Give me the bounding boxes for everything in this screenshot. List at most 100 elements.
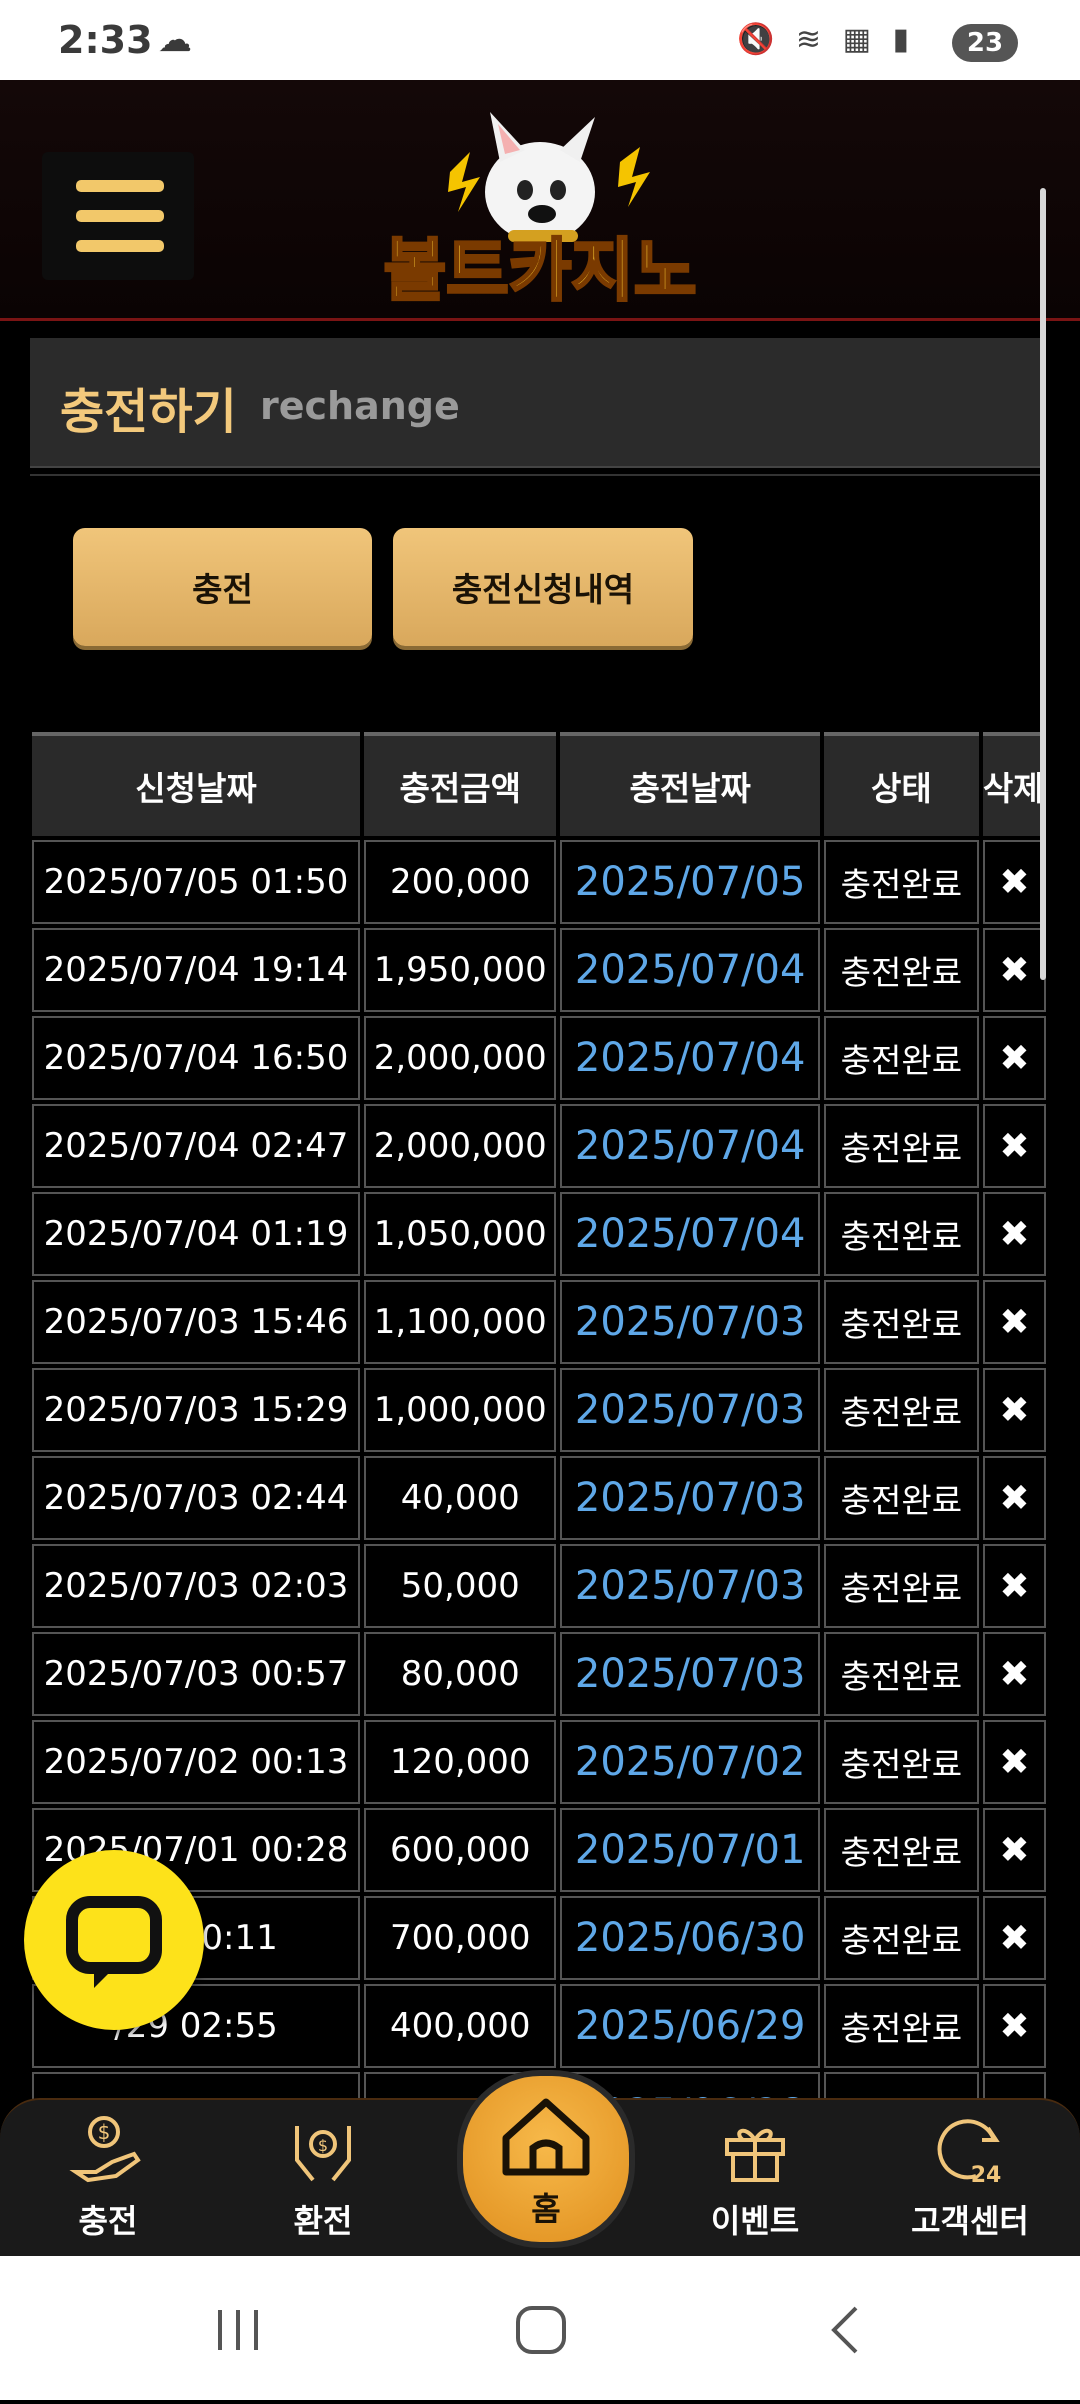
- nav-home-button[interactable]: 홈: [457, 2070, 635, 2248]
- delete-button[interactable]: ✖: [982, 1808, 1046, 1892]
- status-cell: 충전완료: [823, 840, 979, 924]
- status-cell: 충전완료: [823, 1368, 979, 1452]
- charge-date-cell[interactable]: 2025/07/01: [560, 1808, 820, 1892]
- home-icon: [502, 2098, 590, 2176]
- status-cell: 충전완료: [823, 1808, 979, 1892]
- scrollbar[interactable]: [1040, 188, 1046, 980]
- amount-cell: 80,000: [364, 1632, 557, 1716]
- amount-cell: 1,050,000: [364, 1192, 557, 1276]
- header-charge-date: 충전날짜: [560, 732, 820, 836]
- page-title-panel: 충전하기 rechange: [30, 338, 1040, 468]
- status-cell: 충전완료: [823, 1280, 979, 1364]
- delete-button[interactable]: ✖: [982, 1104, 1046, 1188]
- table-row: 2025/07/04 02:47 2,000,000 2025/07/04 충전완료 ✖: [32, 1104, 1046, 1188]
- delete-button[interactable]: ✖: [982, 1456, 1046, 1540]
- request-date-cell: 2025/06/28 01:14: [32, 2072, 361, 2100]
- table-row: 2025/07/04 19:14 1,950,000 2025/07/04 충전완료 ✖: [32, 928, 1046, 1012]
- amount-cell: 50,000: [364, 1544, 557, 1628]
- table-row: 2025/07/04 01:19 1,050,000 2025/07/04 충전완료 ✖: [32, 1192, 1046, 1276]
- delete-button[interactable]: ✖: [982, 928, 1046, 1012]
- delete-button[interactable]: ✖: [982, 840, 1046, 924]
- request-date-cell: 2025/07/04 16:50: [32, 1016, 361, 1100]
- nav-exchange[interactable]: $ 환전: [243, 2100, 403, 2258]
- menu-icon: [76, 180, 164, 192]
- charge-date-cell[interactable]: 2025/07/04: [560, 1192, 820, 1276]
- charge-date-cell[interactable]: 2025/07/03: [560, 1544, 820, 1628]
- amount-cell: 40,000: [364, 1456, 557, 1540]
- nav-support[interactable]: 24 고객센터: [890, 2100, 1050, 2258]
- header-status: 상태: [823, 732, 979, 836]
- menu-icon-line: [76, 210, 164, 222]
- battery-indicator: 23: [952, 24, 1018, 62]
- status-cell: 충전완료: [823, 1720, 979, 1804]
- delete-button[interactable]: ✖: [982, 1544, 1046, 1628]
- status-cell: 충전완료: [823, 1104, 979, 1188]
- amount-cell: 120,000: [364, 1720, 557, 1804]
- header-amount: 충전금액: [364, 732, 557, 836]
- cloud-icon: ☁: [158, 20, 192, 60]
- delete-button[interactable]: ✖: [982, 1016, 1046, 1100]
- charge-date-cell[interactable]: 2025/07/05: [560, 840, 820, 924]
- charge-date-cell[interactable]: 2025/07/03: [560, 1456, 820, 1540]
- status-cell: 충전완료: [823, 1984, 979, 2068]
- nav-event[interactable]: 이벤트: [675, 2100, 835, 2258]
- table-row: 2025/07/03 02:44 40,000 2025/07/03 충전완료 ✖: [32, 1456, 1046, 1540]
- request-date-cell: 2025/07/05 01:50: [32, 840, 361, 924]
- delete-button[interactable]: ✖: [982, 1192, 1046, 1276]
- delete-button[interactable]: ✖: [982, 1368, 1046, 1452]
- exchange-hands-icon: $: [295, 2126, 351, 2182]
- header-delete: 삭제: [982, 732, 1046, 836]
- chat-bubble-icon: [66, 1896, 162, 1988]
- status-cell: 충전완료: [823, 1192, 979, 1276]
- amount-cell: 1,000,000: [364, 1368, 557, 1452]
- status-cell: 충전완료: [823, 2072, 979, 2100]
- delete-button[interactable]: ✖: [982, 2072, 1046, 2100]
- casino-logo[interactable]: 볼트카지노: [340, 92, 740, 314]
- request-date-cell: 2025/07/04 01:19: [32, 1192, 361, 1276]
- request-date-cell: 2025/07/04 02:47: [32, 1104, 361, 1188]
- chat-button[interactable]: [24, 1850, 204, 2030]
- amount-cell: 700,000: [364, 1896, 557, 1980]
- tab-charge-history[interactable]: 충전신청내역: [393, 528, 693, 646]
- charge-date-cell[interactable]: 2025/07/04: [560, 1016, 820, 1100]
- charge-date-cell[interactable]: 2025/07/04: [560, 928, 820, 1012]
- charge-date-cell[interactable]: 2025/07/03: [560, 1368, 820, 1452]
- menu-button[interactable]: [42, 152, 194, 280]
- charge-date-cell[interactable]: 2025/06/29: [560, 1984, 820, 2068]
- request-date-cell: 2025/07/03 15:29: [32, 1368, 361, 1452]
- page-title: 충전하기: [60, 384, 237, 440]
- amount-cell: 2,000,000: [364, 1104, 557, 1188]
- amount-cell: 1,950,000: [364, 928, 557, 1012]
- request-date-cell: 2025/07/03 02:03: [32, 1544, 361, 1628]
- svg-text:24: 24: [971, 2163, 1002, 2188]
- nav-label: 충전: [78, 2202, 138, 2240]
- charge-date-cell[interactable]: 2025/07/02: [560, 1720, 820, 1804]
- charge-date-cell[interactable]: 2025/06/30: [560, 1896, 820, 1980]
- request-date-cell: 2025/07/02 00:13: [32, 1720, 361, 1804]
- status-icons: 🔇 ≋ ▦ ▮: [737, 22, 915, 57]
- status-cell: 충전완료: [823, 1896, 979, 1980]
- table-row: 2025/07/04 16:50 2,000,000 2025/07/04 충전완료 ✖: [32, 1016, 1046, 1100]
- amount-cell: 1,100,000: [364, 1280, 557, 1364]
- charge-date-cell[interactable]: 2025/07/04: [560, 1104, 820, 1188]
- delete-button[interactable]: ✖: [982, 1720, 1046, 1804]
- support-24-icon: 24: [937, 2119, 1002, 2188]
- table-row: 2025/07/03 00:57 80,000 2025/07/03 충전완료 ✖: [32, 1632, 1046, 1716]
- site-header: 볼트카지노: [0, 80, 1080, 321]
- delete-button[interactable]: ✖: [982, 1984, 1046, 2068]
- request-date-cell: 2025/07/03 15:46: [32, 1280, 361, 1364]
- status-cell: 충전완료: [823, 1016, 979, 1100]
- charge-date-cell[interactable]: 2025/07/03: [560, 1632, 820, 1716]
- request-date-cell: 2025/07/03 02:44: [32, 1456, 361, 1540]
- back-icon[interactable]: [831, 2306, 858, 2354]
- delete-button[interactable]: ✖: [982, 1632, 1046, 1716]
- delete-button[interactable]: ✖: [982, 1280, 1046, 1364]
- table-row: 2025/07/03 15:46 1,100,000 2025/07/03 충전완료 ✖: [32, 1280, 1046, 1364]
- status-cell: 충전완료: [823, 928, 979, 1012]
- delete-button[interactable]: ✖: [982, 1896, 1046, 1980]
- tab-charge[interactable]: 충전: [73, 528, 372, 646]
- recent-apps-icon[interactable]: [218, 2310, 258, 2350]
- home-system-icon[interactable]: [516, 2306, 566, 2354]
- nav-charge[interactable]: $ 충전: [28, 2100, 188, 2258]
- charge-date-cell[interactable]: 2025/07/03: [560, 1280, 820, 1364]
